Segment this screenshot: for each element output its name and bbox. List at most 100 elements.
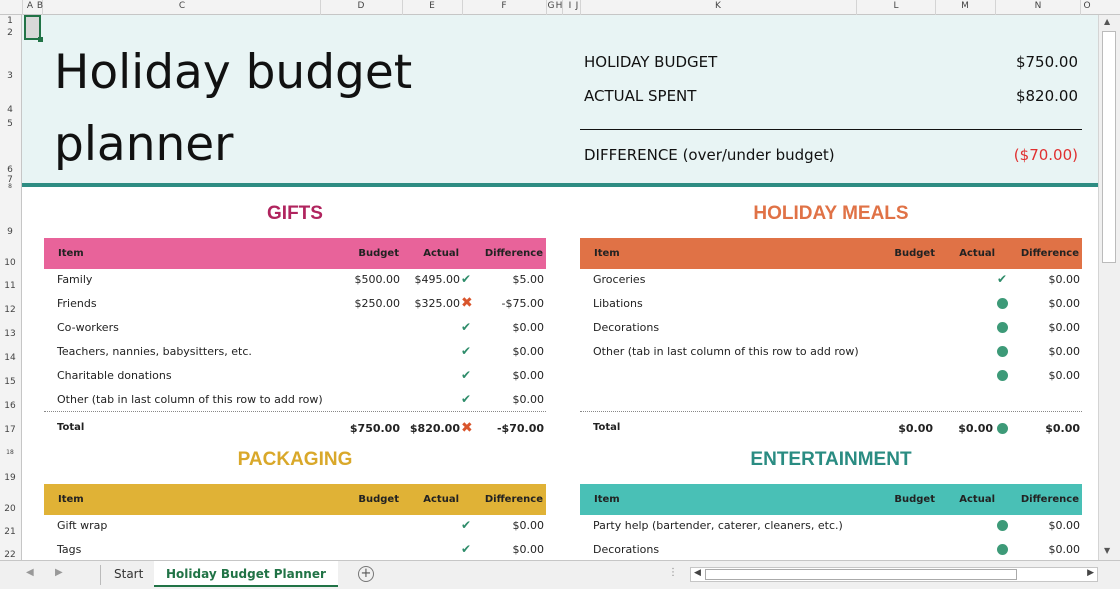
row-12[interactable]: 12	[0, 305, 20, 315]
row-3[interactable]: 3	[0, 71, 20, 81]
gifts-actual[interactable]: $325.00	[392, 297, 461, 310]
tab-holiday-budget-planner[interactable]: Holiday Budget Planner	[154, 561, 338, 587]
row-4[interactable]: 4	[0, 105, 20, 115]
splitter-handle-icon[interactable]: ⋮	[668, 567, 678, 578]
row-2[interactable]: 2	[0, 28, 20, 38]
status-dot-icon	[997, 298, 1008, 309]
meals-difference[interactable]: $0.00	[1018, 321, 1081, 334]
row-13[interactable]: 13	[0, 329, 20, 339]
row-16[interactable]: 16	[0, 401, 20, 411]
packaging-difference[interactable]: $0.00	[482, 519, 545, 532]
scroll-right-icon[interactable]: ▶	[1087, 568, 1094, 578]
gifts-item[interactable]: Friends	[57, 297, 97, 310]
packaging-item[interactable]: Tags	[57, 543, 81, 556]
gifts-total-actual[interactable]: $820.00	[392, 422, 460, 435]
worksheet[interactable]: Holiday budget planner HOLIDAY BUDGET $7…	[22, 15, 1098, 560]
meals-item[interactable]: Libations	[593, 297, 643, 310]
gifts-difference[interactable]: -$75.00	[482, 297, 544, 310]
row-8[interactable]: 8	[0, 183, 20, 190]
horizontal-scroll-thumb[interactable]	[705, 569, 1017, 580]
meals-total-difference[interactable]: $0.00	[1018, 422, 1080, 435]
row-15[interactable]: 15	[0, 377, 20, 387]
scroll-down-icon[interactable]: ▼	[1104, 546, 1110, 555]
holiday-budget-label: HOLIDAY BUDGET	[584, 53, 718, 71]
meals-item[interactable]: Other (tab in last column of this row to…	[593, 345, 859, 358]
gifts-budget[interactable]: $250.00	[332, 297, 401, 310]
meals-item[interactable]: Groceries	[593, 273, 645, 286]
col-h[interactable]: H	[556, 1, 563, 11]
meals-difference[interactable]: $0.00	[1018, 297, 1081, 310]
selected-cell[interactable]	[24, 15, 43, 42]
gifts-total-difference[interactable]: -$70.00	[482, 422, 544, 435]
col-l[interactable]: L	[893, 1, 898, 11]
gifts-total-budget[interactable]: $750.00	[332, 422, 400, 435]
scroll-up-icon[interactable]: ▲	[1104, 17, 1110, 26]
entertainment-difference[interactable]: $0.00	[1018, 543, 1081, 556]
col-d[interactable]: D	[358, 1, 365, 11]
col-k[interactable]: K	[715, 1, 721, 11]
row-18[interactable]: 18	[0, 449, 20, 456]
over-budget-icon: ✖	[461, 420, 473, 436]
gifts-difference[interactable]: $5.00	[482, 273, 545, 286]
entertainment-item[interactable]: Decorations	[593, 543, 659, 556]
meals-difference[interactable]: $0.00	[1018, 273, 1081, 286]
meals-title: HOLIDAY MEALS	[753, 203, 909, 224]
row-20[interactable]: 20	[0, 504, 20, 514]
col-j[interactable]: J	[576, 1, 579, 11]
meals-total-actual[interactable]: $0.00	[925, 422, 993, 435]
col-b[interactable]: B	[37, 1, 43, 11]
row-19[interactable]: 19	[0, 473, 20, 483]
vertical-scroll-thumb[interactable]	[1102, 31, 1116, 263]
col-a[interactable]: A	[27, 1, 33, 11]
row-22[interactable]: 22	[0, 550, 20, 560]
col-f[interactable]: F	[501, 1, 506, 11]
gifts-actual[interactable]: $495.00	[392, 273, 461, 286]
row-17[interactable]: 17	[0, 425, 20, 435]
gifts-budget[interactable]: $500.00	[332, 273, 401, 286]
gifts-item[interactable]: Teachers, nannies, babysitters, etc.	[57, 345, 252, 358]
gifts-difference[interactable]: $0.00	[482, 393, 545, 406]
packaging-difference[interactable]: $0.00	[482, 543, 545, 556]
gifts-item[interactable]: Charitable donations	[57, 369, 172, 382]
actual-spent-value[interactable]: $820.00	[1016, 87, 1078, 105]
col-o[interactable]: O	[1083, 1, 1090, 11]
row-5[interactable]: 5	[0, 119, 20, 129]
row-21[interactable]: 21	[0, 527, 20, 537]
row-6[interactable]: 6	[0, 165, 20, 175]
meals-col-item: Item	[594, 248, 620, 259]
tab-scroll-left-icon[interactable]: ◀	[26, 567, 34, 578]
tab-scroll-right-icon[interactable]: ▶	[55, 567, 63, 578]
row-1[interactable]: 1	[0, 16, 20, 26]
col-n[interactable]: N	[1035, 1, 1042, 11]
col-c[interactable]: C	[179, 1, 185, 11]
row-10[interactable]: 10	[0, 258, 20, 268]
gifts-item[interactable]: Other (tab in last column of this row to…	[57, 393, 323, 406]
row-14[interactable]: 14	[0, 353, 20, 363]
difference-value[interactable]: ($70.00)	[1014, 146, 1078, 164]
vertical-scrollbar[interactable]: ▲ ▼	[1098, 15, 1120, 560]
gifts-difference[interactable]: $0.00	[482, 321, 545, 334]
entertainment-item[interactable]: Party help (bartender, caterer, cleaners…	[593, 519, 843, 532]
tab-start[interactable]: Start	[102, 561, 155, 587]
entertainment-title: ENTERTAINMENT	[750, 449, 912, 470]
col-m[interactable]: M	[961, 1, 969, 11]
meals-difference[interactable]: $0.00	[1018, 345, 1081, 358]
scroll-left-icon[interactable]: ◀	[694, 568, 701, 578]
gifts-item[interactable]: Co-workers	[57, 321, 119, 334]
col-i[interactable]: I	[569, 1, 572, 11]
gifts-item[interactable]: Family	[57, 273, 92, 286]
horizontal-scrollbar[interactable]: ◀ ▶	[690, 567, 1098, 582]
col-e[interactable]: E	[429, 1, 435, 11]
packaging-item[interactable]: Gift wrap	[57, 519, 107, 532]
meals-difference[interactable]: $0.00	[1018, 369, 1081, 382]
row-11[interactable]: 11	[0, 281, 20, 291]
gifts-difference[interactable]: $0.00	[482, 369, 545, 382]
holiday-budget-value[interactable]: $750.00	[1016, 53, 1078, 71]
meals-item[interactable]: Decorations	[593, 321, 659, 334]
add-sheet-icon[interactable]: +	[358, 566, 374, 582]
col-g[interactable]: G	[548, 1, 555, 11]
entertainment-difference[interactable]: $0.00	[1018, 519, 1081, 532]
row-9[interactable]: 9	[0, 227, 20, 237]
gifts-difference[interactable]: $0.00	[482, 345, 545, 358]
meals-total-budget[interactable]: $0.00	[865, 422, 933, 435]
